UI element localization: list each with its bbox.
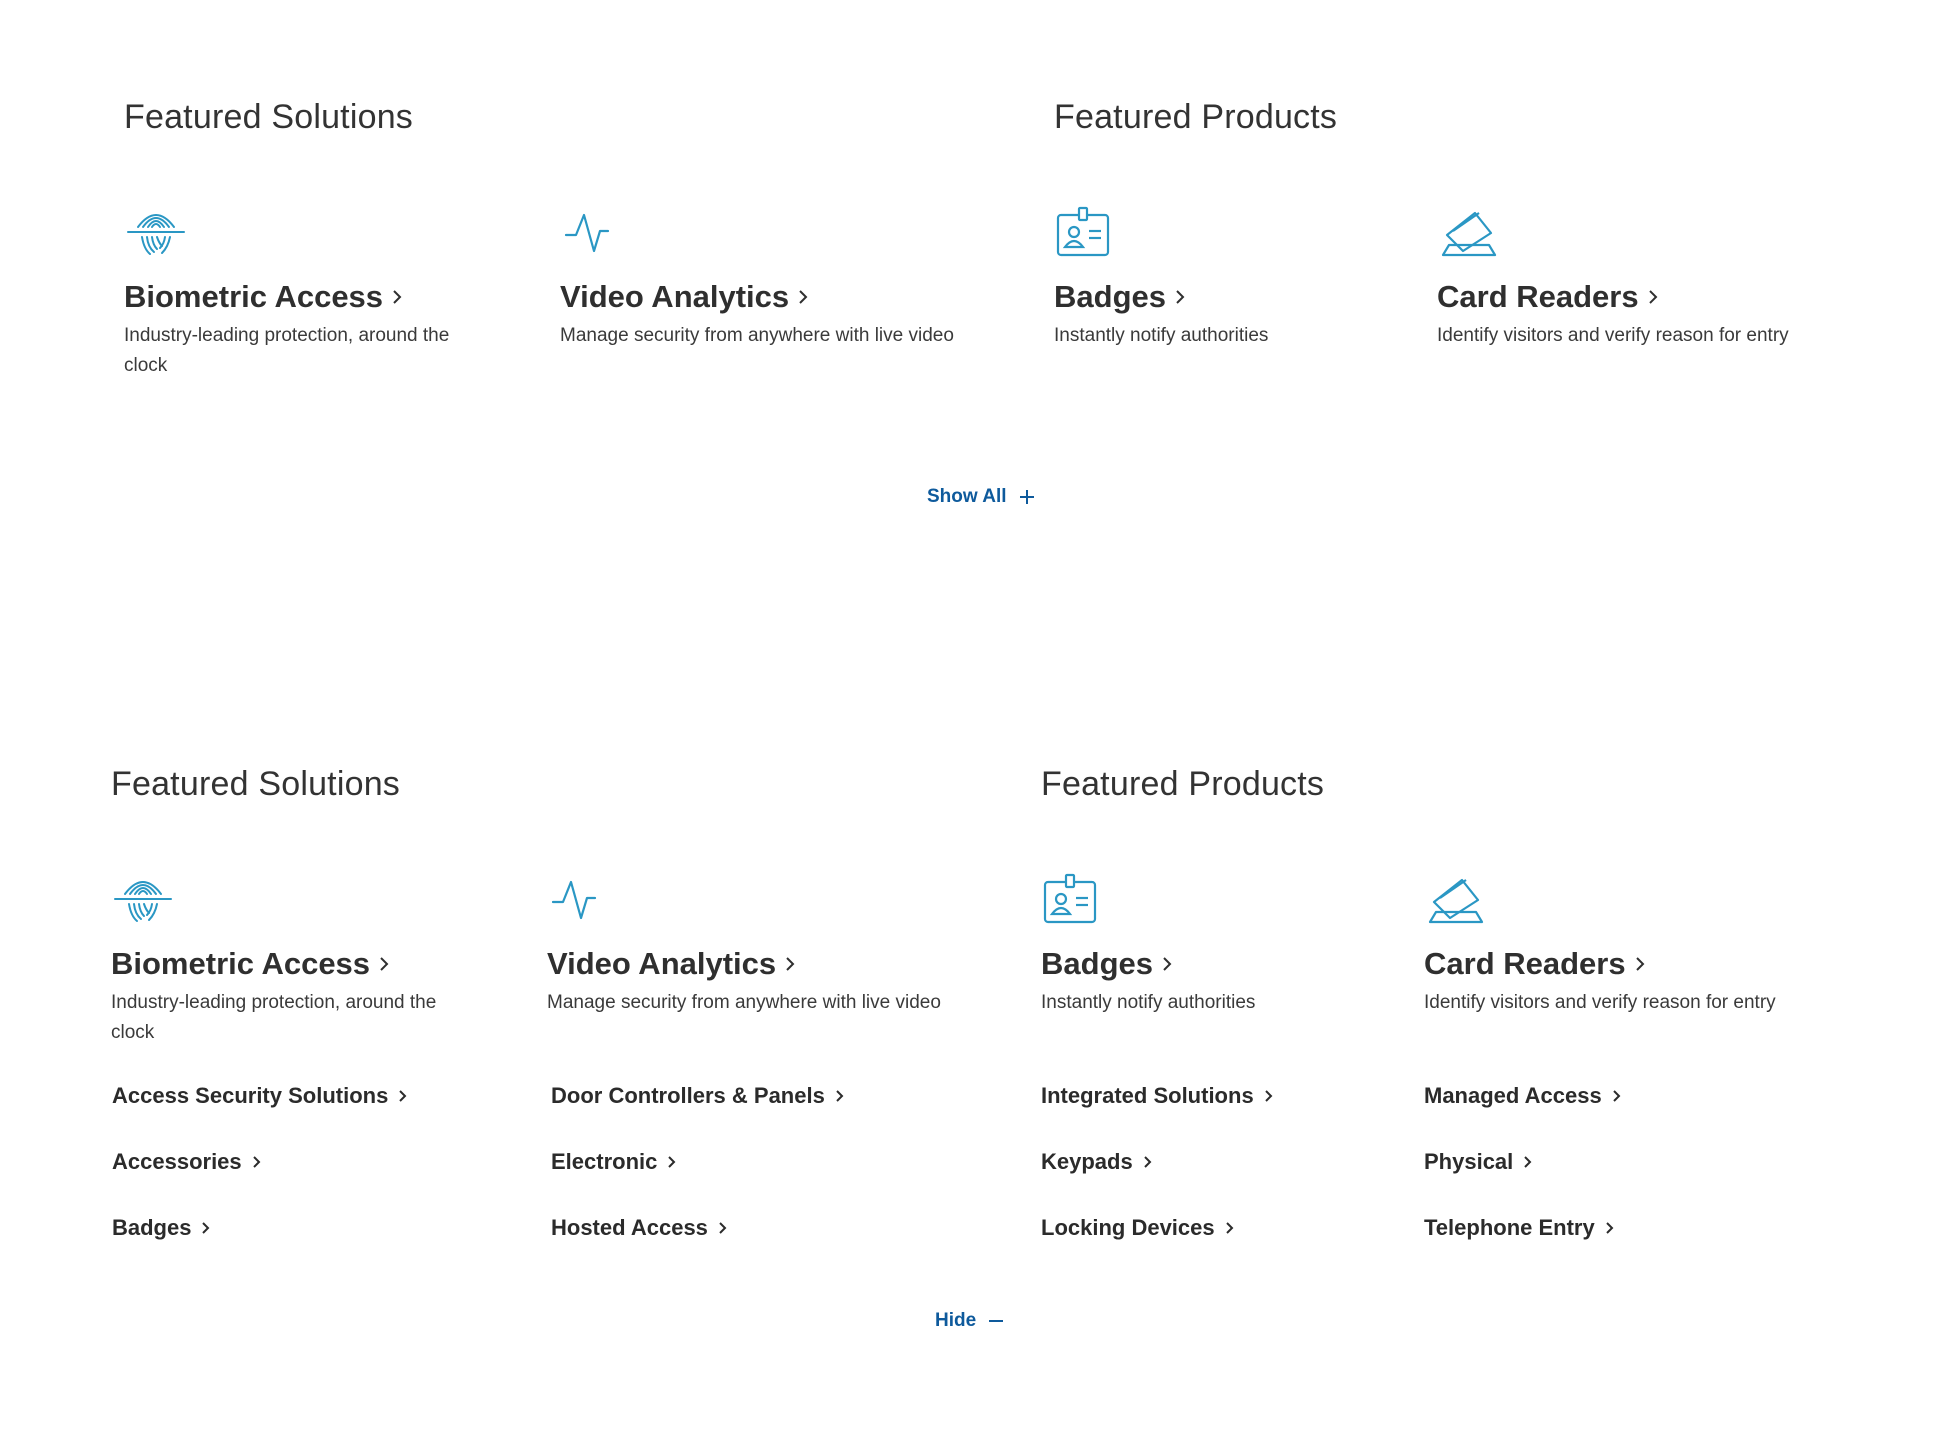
chevron-right-icon <box>718 1221 727 1235</box>
link-label: Physical <box>1424 1149 1514 1174</box>
pulse-icon <box>560 205 624 259</box>
fingerprint-icon <box>111 872 175 926</box>
featured-solutions-heading: Featured Solutions <box>124 98 413 136</box>
feature-title: Badges <box>1041 946 1153 981</box>
chevron-right-icon <box>667 1155 676 1169</box>
featured-products-heading: Featured Products <box>1041 765 1325 803</box>
show-all-label: Show All <box>927 486 1007 507</box>
link-hosted-access[interactable]: Hosted Access <box>551 1215 727 1241</box>
feature-description: Manage security from anywhere with live … <box>547 992 941 1013</box>
show-all-button[interactable]: Show All <box>927 486 1035 508</box>
chevron-right-icon <box>1612 1089 1621 1103</box>
feature-card-card-readers: Card Readers Identify visitors and verif… <box>1437 205 1797 351</box>
pulse-icon <box>547 872 611 926</box>
chevron-right-icon <box>1648 289 1658 305</box>
card-reader-icon <box>1437 205 1501 259</box>
chevron-right-icon <box>398 1089 407 1103</box>
feature-description: Identify visitors and verify reason for … <box>1424 992 1776 1013</box>
chevron-right-icon <box>201 1221 210 1235</box>
link-access-security-solutions[interactable]: Access Security Solutions <box>112 1083 407 1109</box>
id-badge-icon <box>1041 872 1105 926</box>
chevron-right-icon <box>379 956 389 972</box>
feature-title: Card Readers <box>1424 946 1626 981</box>
feature-card-video-analytics: Video Analytics Manage security from any… <box>560 205 954 351</box>
link-label: Accessories <box>112 1149 242 1174</box>
card-readers-link[interactable]: Card Readers <box>1424 946 1645 982</box>
biometric-access-link[interactable]: Biometric Access <box>111 946 389 982</box>
link-managed-access[interactable]: Managed Access <box>1424 1083 1621 1109</box>
chevron-right-icon <box>1175 289 1185 305</box>
featured-products-heading: Featured Products <box>1054 98 1338 136</box>
chevron-right-icon <box>1162 956 1172 972</box>
chevron-right-icon <box>798 289 808 305</box>
feature-title: Video Analytics <box>560 279 790 314</box>
hide-label: Hide <box>935 1310 977 1331</box>
chevron-right-icon <box>835 1089 844 1103</box>
feature-description: Identify visitors and verify reason for … <box>1437 325 1789 346</box>
feature-card-biometric-access: Biometric Access Industry-leading protec… <box>124 205 484 381</box>
chevron-right-icon <box>1225 1221 1234 1235</box>
chevron-right-icon <box>1264 1089 1273 1103</box>
chevron-right-icon <box>1605 1221 1614 1235</box>
plus-icon <box>1019 489 1035 505</box>
link-label: Locking Devices <box>1041 1215 1215 1240</box>
card-readers-link[interactable]: Card Readers <box>1437 279 1658 315</box>
feature-title: Biometric Access <box>124 279 384 314</box>
link-physical[interactable]: Physical <box>1424 1149 1532 1175</box>
badges-link[interactable]: Badges <box>1041 946 1172 982</box>
link-keypads[interactable]: Keypads <box>1041 1149 1152 1175</box>
feature-card-badges: Badges Instantly notify authorities <box>1041 872 1401 1018</box>
link-label: Keypads <box>1041 1149 1133 1174</box>
link-accessories[interactable]: Accessories <box>112 1149 261 1175</box>
link-label: Badges <box>112 1215 192 1240</box>
link-badges[interactable]: Badges <box>112 1215 210 1241</box>
hide-button[interactable]: Hide <box>935 1310 1004 1332</box>
link-label: Hosted Access <box>551 1215 708 1240</box>
feature-description: Instantly notify authorities <box>1054 325 1269 346</box>
feature-title: Video Analytics <box>547 946 777 981</box>
feature-card-card-readers: Card Readers Identify visitors and verif… <box>1424 872 1784 1018</box>
badges-link[interactable]: Badges <box>1054 279 1185 315</box>
link-locking-devices[interactable]: Locking Devices <box>1041 1215 1234 1241</box>
feature-card-video-analytics: Video Analytics Manage security from any… <box>547 872 941 1018</box>
video-analytics-link[interactable]: Video Analytics <box>547 946 795 982</box>
chevron-right-icon <box>392 289 402 305</box>
chevron-right-icon <box>1635 956 1645 972</box>
feature-title: Badges <box>1054 279 1166 314</box>
link-door-controllers-panels[interactable]: Door Controllers & Panels <box>551 1083 844 1109</box>
fingerprint-icon <box>124 205 188 259</box>
chevron-right-icon <box>785 956 795 972</box>
card-reader-icon <box>1424 872 1488 926</box>
chevron-right-icon <box>252 1155 261 1169</box>
link-integrated-solutions[interactable]: Integrated Solutions <box>1041 1083 1273 1109</box>
video-analytics-link[interactable]: Video Analytics <box>560 279 808 315</box>
biometric-access-link[interactable]: Biometric Access <box>124 279 402 315</box>
feature-title: Biometric Access <box>111 946 371 981</box>
link-electronic[interactable]: Electronic <box>551 1149 676 1175</box>
chevron-right-icon <box>1523 1155 1532 1169</box>
feature-card-badges: Badges Instantly notify authorities <box>1054 205 1414 351</box>
link-label: Managed Access <box>1424 1083 1602 1108</box>
link-label: Access Security Solutions <box>112 1083 389 1108</box>
link-label: Electronic <box>551 1149 658 1174</box>
feature-description: Industry-leading protection, around the … <box>124 325 450 376</box>
link-label: Integrated Solutions <box>1041 1083 1254 1108</box>
link-telephone-entry[interactable]: Telephone Entry <box>1424 1215 1614 1241</box>
id-badge-icon <box>1054 205 1118 259</box>
featured-solutions-heading: Featured Solutions <box>111 765 400 803</box>
feature-description: Industry-leading protection, around the … <box>111 992 437 1043</box>
feature-description: Manage security from anywhere with live … <box>560 325 954 346</box>
feature-title: Card Readers <box>1437 279 1639 314</box>
feature-card-biometric-access: Biometric Access Industry-leading protec… <box>111 872 471 1048</box>
link-label: Door Controllers & Panels <box>551 1083 825 1108</box>
chevron-right-icon <box>1143 1155 1152 1169</box>
minus-icon <box>988 1313 1004 1329</box>
feature-description: Instantly notify authorities <box>1041 992 1256 1013</box>
link-label: Telephone Entry <box>1424 1215 1595 1240</box>
